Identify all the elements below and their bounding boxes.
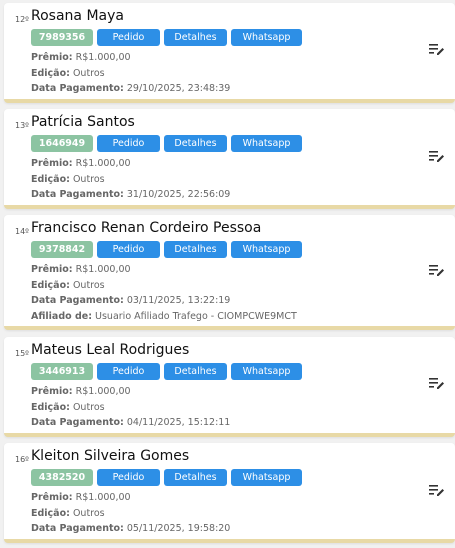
afiliado-label: Afiliado de: (31, 310, 92, 322)
info-block: Prêmio: R$1.000,00 Edição: Outros Data P… (31, 50, 230, 97)
edicao-row: Edição: Outros (31, 278, 297, 294)
pedido-button[interactable]: Pedido (97, 363, 160, 380)
data-value: 04/11/2025, 15:12:11 (126, 417, 231, 428)
edicao-label: Edição: (31, 401, 70, 413)
data-label: Data Pagamento: (31, 295, 124, 306)
data-label: Data Pagamento: (31, 189, 124, 200)
premio-label: Prêmio: (31, 52, 73, 63)
afiliado-value: Usuario Afiliado Trafego - CIOMPCWE9MCT (95, 310, 297, 322)
action-row: 4382520 Pedido Detalhes Whatsapp (31, 469, 302, 486)
premio-value: R$1.000,00 (75, 386, 131, 397)
data-row: Data Pagamento: 03/11/2025, 13:22:19 (31, 293, 297, 309)
winner-card: 15º Mateus Leal Rodrigues 3446913 Pedido… (4, 337, 455, 437)
data-label: Data Pagamento: (31, 417, 124, 428)
rank-label: 12º (15, 15, 29, 24)
info-block: Prêmio: R$1.000,00 Edição: Outros Data P… (31, 490, 230, 537)
pedido-button[interactable]: Pedido (97, 135, 160, 152)
detalhes-button[interactable]: Detalhes (164, 363, 227, 380)
rank-label: 15º (15, 349, 29, 358)
info-block: Prêmio: R$1.000,00 Edição: Outros Data P… (31, 384, 230, 431)
edit-list-icon[interactable] (429, 377, 445, 391)
edit-list-icon[interactable] (429, 264, 445, 278)
data-label: Data Pagamento: (31, 523, 124, 534)
whatsapp-button[interactable]: Whatsapp (231, 29, 302, 46)
data-label: Data Pagamento: (31, 83, 124, 94)
premio-row: Prêmio: R$1.000,00 (31, 156, 230, 172)
winner-card: 16º Kleiton Silveira Gomes 4382520 Pedid… (4, 443, 455, 543)
winner-card: 13º Patrícia Santos 1646949 Pedido Detal… (4, 109, 455, 209)
detalhes-button[interactable]: Detalhes (164, 241, 227, 258)
data-value: 31/10/2025, 22:56:09 (126, 189, 231, 200)
whatsapp-button[interactable]: Whatsapp (231, 241, 302, 258)
detalhes-button[interactable]: Detalhes (164, 469, 227, 486)
code-badge: 1646949 (31, 135, 93, 152)
detalhes-button[interactable]: Detalhes (164, 135, 227, 152)
data-value: 29/10/2025, 23:48:39 (126, 83, 231, 94)
info-block: Prêmio: R$1.000,00 Edição: Outros Data P… (31, 156, 230, 203)
premio-value: R$1.000,00 (75, 264, 131, 275)
premio-label: Prêmio: (31, 158, 73, 169)
edicao-value: Outros (72, 173, 105, 185)
premio-value: R$1.000,00 (75, 52, 131, 63)
whatsapp-button[interactable]: Whatsapp (231, 363, 302, 380)
edicao-value: Outros (72, 401, 105, 413)
data-value: 03/11/2025, 13:22:19 (126, 295, 231, 306)
edit-list-icon[interactable] (429, 150, 445, 164)
edicao-label: Edição: (31, 279, 70, 291)
code-badge: 7989356 (31, 29, 93, 46)
edicao-value: Outros (72, 67, 105, 79)
premio-row: Prêmio: R$1.000,00 (31, 262, 297, 278)
edicao-row: Edição: Outros (31, 400, 230, 416)
edicao-label: Edição: (31, 67, 70, 79)
whatsapp-button[interactable]: Whatsapp (231, 469, 302, 486)
action-row: 9378842 Pedido Detalhes Whatsapp (31, 241, 302, 258)
premio-value: R$1.000,00 (75, 492, 131, 503)
premio-row: Prêmio: R$1.000,00 (31, 490, 230, 506)
premio-row: Prêmio: R$1.000,00 (31, 384, 230, 400)
edicao-row: Edição: Outros (31, 172, 230, 188)
edicao-value: Outros (72, 279, 105, 291)
rank-label: 14º (15, 227, 29, 236)
premio-label: Prêmio: (31, 386, 73, 397)
winner-name: Rosana Maya (31, 8, 124, 24)
winner-card: 12º Rosana Maya 7989356 Pedido Detalhes … (4, 3, 455, 103)
edit-list-icon[interactable] (429, 43, 445, 57)
rank-label: 13º (15, 121, 29, 130)
data-value: 05/11/2025, 19:58:20 (126, 523, 231, 534)
winner-name: Francisco Renan Cordeiro Pessoa (31, 220, 262, 236)
edit-list-icon[interactable] (429, 484, 445, 498)
data-row: Data Pagamento: 05/11/2025, 19:58:20 (31, 521, 230, 537)
premio-value: R$1.000,00 (75, 158, 131, 169)
pedido-button[interactable]: Pedido (97, 29, 160, 46)
edicao-label: Edição: (31, 507, 70, 519)
pedido-button[interactable]: Pedido (97, 241, 160, 258)
winner-name: Kleiton Silveira Gomes (31, 448, 190, 464)
whatsapp-button[interactable]: Whatsapp (231, 135, 302, 152)
action-row: 3446913 Pedido Detalhes Whatsapp (31, 363, 302, 380)
premio-label: Prêmio: (31, 264, 73, 275)
premio-row: Prêmio: R$1.000,00 (31, 50, 230, 66)
code-badge: 9378842 (31, 241, 93, 258)
winner-name: Mateus Leal Rodrigues (31, 342, 190, 358)
edicao-row: Edição: Outros (31, 66, 230, 82)
premio-label: Prêmio: (31, 492, 73, 503)
winner-card: 14º Francisco Renan Cordeiro Pessoa 9378… (4, 215, 455, 330)
data-row: Data Pagamento: 31/10/2025, 22:56:09 (31, 187, 230, 203)
winner-name: Patrícia Santos (31, 114, 135, 130)
detalhes-button[interactable]: Detalhes (164, 29, 227, 46)
code-badge: 4382520 (31, 469, 93, 486)
pedido-button[interactable]: Pedido (97, 469, 160, 486)
action-row: 1646949 Pedido Detalhes Whatsapp (31, 135, 302, 152)
data-row: Data Pagamento: 04/11/2025, 15:12:11 (31, 415, 230, 431)
edicao-label: Edição: (31, 173, 70, 185)
action-row: 7989356 Pedido Detalhes Whatsapp (31, 29, 302, 46)
code-badge: 3446913 (31, 363, 93, 380)
data-row: Data Pagamento: 29/10/2025, 23:48:39 (31, 81, 230, 97)
edicao-row: Edição: Outros (31, 506, 230, 522)
edicao-value: Outros (72, 507, 105, 519)
info-block: Prêmio: R$1.000,00 Edição: Outros Data P… (31, 262, 297, 324)
afiliado-row: Afiliado de: Usuario Afiliado Trafego - … (31, 309, 297, 325)
rank-label: 16º (15, 455, 29, 464)
